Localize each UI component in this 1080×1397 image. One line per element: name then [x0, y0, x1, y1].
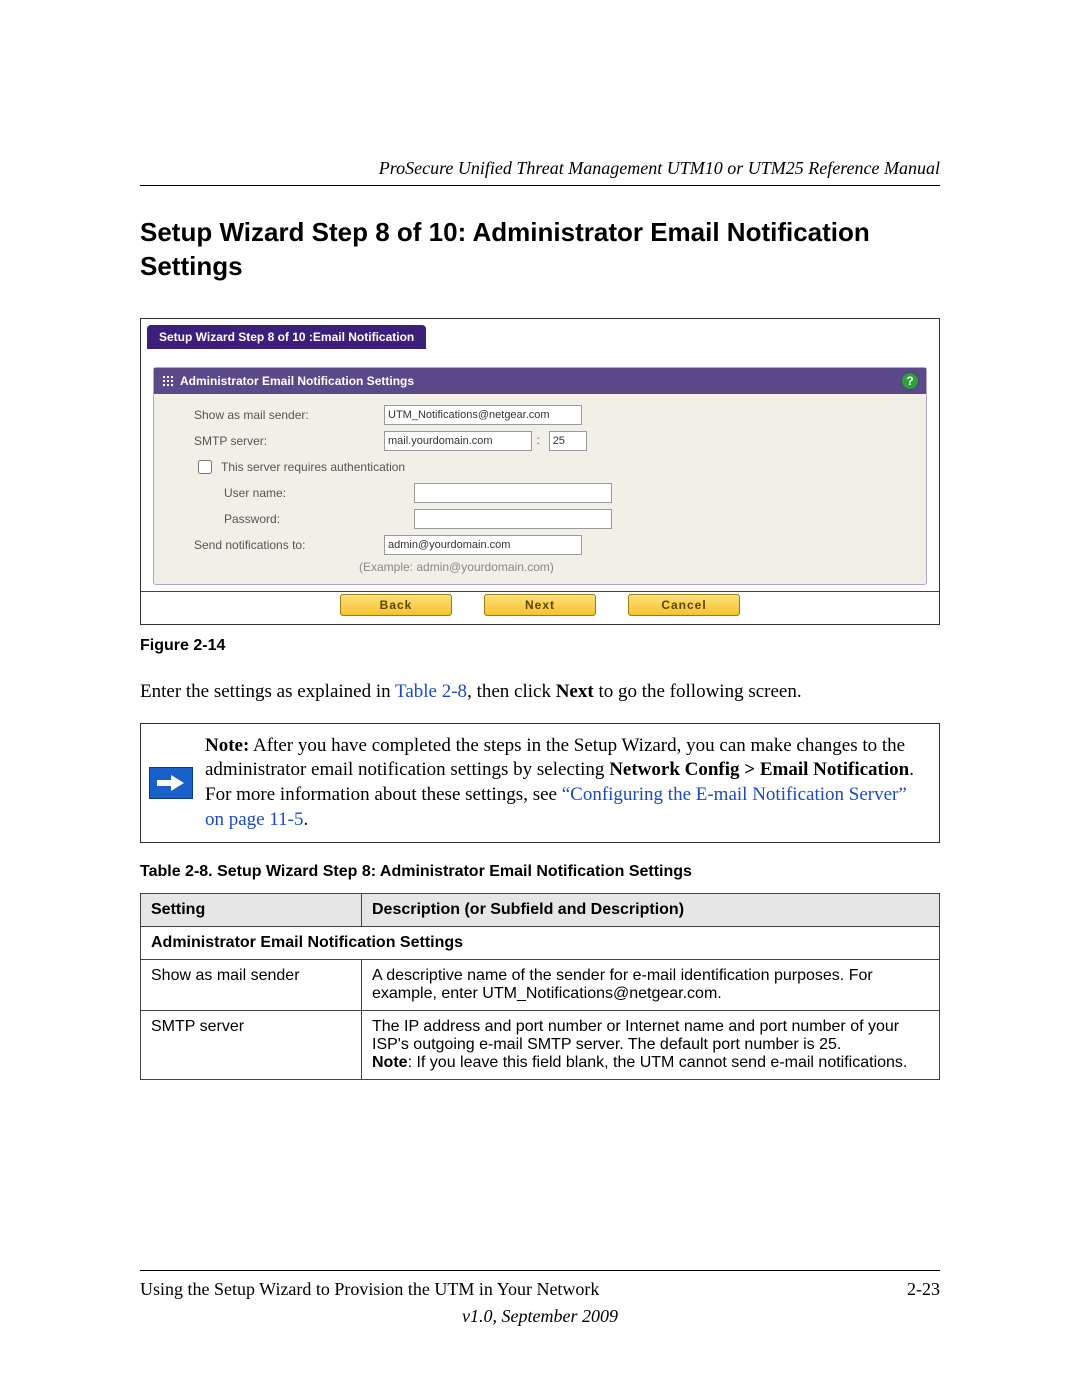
figure-caption: Figure 2-14 [140, 637, 940, 655]
label-username: User name: [164, 486, 414, 500]
table-subhead: Administrator Email Notification Setting… [141, 927, 940, 960]
th-setting: Setting [141, 894, 362, 927]
label-smtp: SMTP server: [164, 434, 384, 448]
port-separator: : [535, 433, 541, 447]
table-link[interactable]: Table 2-8 [395, 681, 467, 702]
intro-paragraph: Enter the settings as explained in Table… [140, 681, 940, 703]
table-row: SMTP server The IP address and port numb… [141, 1011, 940, 1080]
arrow-right-icon [149, 767, 193, 799]
grip-icon [162, 375, 174, 387]
panel-title: Administrator Email Notification Setting… [180, 374, 414, 388]
settings-table: Setting Description (or Subfield and Des… [140, 893, 940, 1080]
wizard-tab: Setup Wizard Step 8 of 10 :Email Notific… [147, 325, 426, 349]
page-footer: Using the Setup Wizard to Provision the … [140, 1270, 940, 1327]
wizard-screenshot: Setup Wizard Step 8 of 10 :Email Notific… [140, 318, 940, 625]
next-button[interactable]: Next [484, 594, 596, 616]
label-sender: Show as mail sender: [164, 408, 384, 422]
cell-setting: SMTP server [141, 1011, 362, 1080]
section-title: Setup Wizard Step 8 of 10: Administrator… [140, 216, 940, 284]
input-sender[interactable] [384, 405, 582, 425]
footer-version: v1.0, September 2009 [140, 1306, 940, 1327]
running-header: ProSecure Unified Threat Management UTM1… [140, 158, 940, 186]
label-auth: This server requires authentication [221, 460, 405, 474]
input-smtp-host[interactable] [384, 431, 532, 451]
label-password: Password: [164, 512, 414, 526]
back-button[interactable]: Back [340, 594, 452, 616]
input-username[interactable] [414, 483, 612, 503]
note-box: Note: After you have completed the steps… [140, 723, 940, 844]
footer-left: Using the Setup Wizard to Provision the … [140, 1279, 599, 1300]
label-sendto: Send notifications to: [164, 538, 384, 552]
cell-setting: Show as mail sender [141, 960, 362, 1011]
cancel-button[interactable]: Cancel [628, 594, 740, 616]
th-description: Description (or Subfield and Description… [362, 894, 940, 927]
help-icon[interactable]: ? [902, 373, 918, 389]
input-sendto[interactable] [384, 535, 582, 555]
cell-desc: A descriptive name of the sender for e-m… [362, 960, 940, 1011]
checkbox-auth[interactable] [198, 460, 212, 474]
table-row: Show as mail sender A descriptive name o… [141, 960, 940, 1011]
table-caption: Table 2-8. Setup Wizard Step 8: Administ… [140, 863, 940, 881]
input-password[interactable] [414, 509, 612, 529]
footer-pagenum: 2-23 [907, 1279, 940, 1300]
input-smtp-port[interactable] [549, 431, 587, 451]
example-hint: (Example: admin@yourdomain.com) [164, 558, 916, 574]
cell-desc: The IP address and port number or Intern… [362, 1011, 940, 1080]
